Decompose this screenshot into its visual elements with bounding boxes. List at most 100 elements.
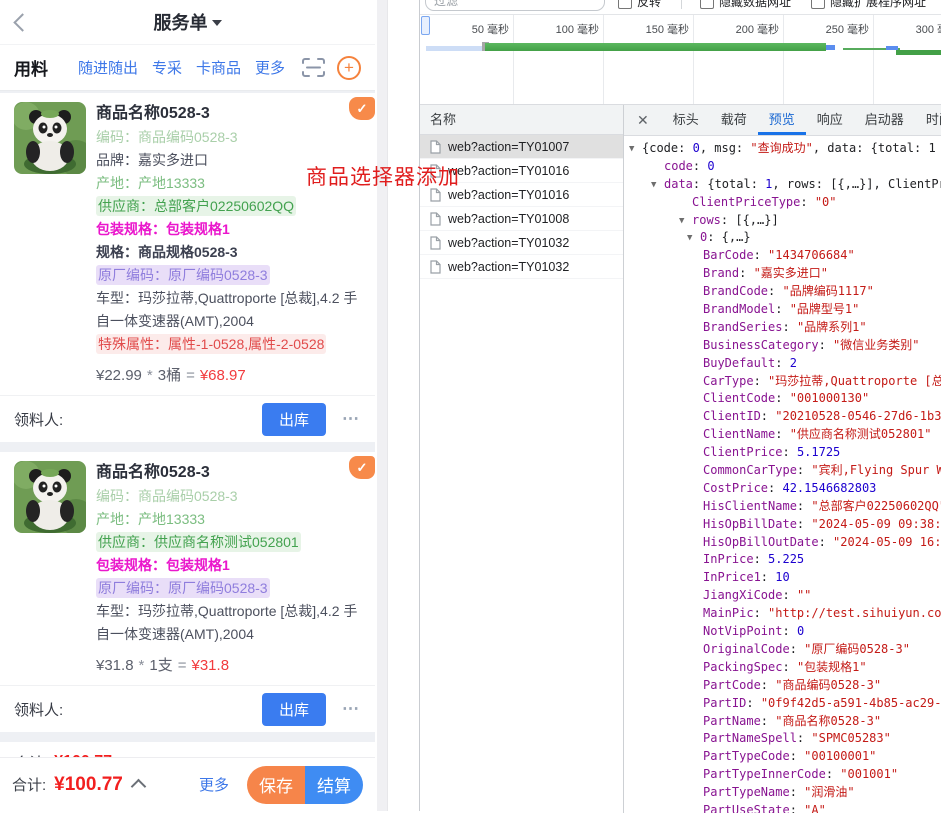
json-tree-line: NotVipPoint: 0 <box>624 623 941 641</box>
chevron-up-icon[interactable] <box>131 779 147 795</box>
json-token: "包装规格1" <box>797 660 867 674</box>
json-tree-line: ▼rows: [{,…}] <box>624 212 941 230</box>
json-token: , rows: [{,…}], ClientPr <box>772 177 941 191</box>
json-token: 0 <box>693 141 700 155</box>
product-attribute: 车型：玛莎拉蒂,Quattroporte [总裁],4.2 手自一体变速器(AM… <box>96 287 361 333</box>
json-tree-line: PartID: "0f9f42d5-a591-4b85-ac29-f <box>624 695 941 713</box>
more-actions-icon[interactable]: ⋯ <box>342 699 361 719</box>
save-button[interactable]: 保存 <box>247 766 305 804</box>
outbound-button[interactable]: 出库 <box>262 693 326 726</box>
more-link[interactable]: 更多 <box>199 774 229 795</box>
file-icon <box>430 140 441 154</box>
json-token: PartTypeName <box>703 785 790 799</box>
json-token: : <box>693 159 707 173</box>
app-tab[interactable]: 专采 <box>152 57 182 78</box>
network-request-row[interactable]: web?action=TY01008 <box>420 207 623 231</box>
network-request-row[interactable]: web?action=TY01032 <box>420 255 623 279</box>
tree-expander-icon[interactable]: ▼ <box>651 177 664 195</box>
json-token: PartTypeInnerCode <box>703 767 826 781</box>
page-title[interactable]: 服务单 <box>154 9 222 35</box>
json-token: : <box>790 785 804 799</box>
settle-button[interactable]: 结算 <box>305 766 363 804</box>
json-tree-line: BarCode: "1434706684" <box>624 247 941 265</box>
add-product-icon[interactable]: + <box>337 56 361 80</box>
json-token: 10 <box>775 570 789 584</box>
more-actions-icon[interactable]: ⋯ <box>342 409 361 429</box>
json-token: "00100001" <box>804 749 876 763</box>
request-name: web?action=TY01016 <box>448 188 569 202</box>
checkbox-label: 隐藏扩展程序网址 <box>830 0 926 10</box>
json-token: "查询成功" <box>750 141 812 155</box>
tab-bar: 用料 随进随出专采卡商品更多 + <box>0 45 375 91</box>
network-overview-timeline[interactable]: 50 毫秒100 毫秒150 毫秒200 毫秒250 毫秒300 毫秒 <box>420 15 941 105</box>
json-token: : <box>754 606 768 620</box>
attribute-text: 规格：商品规格0528-3 <box>96 244 238 260</box>
app-tab[interactable]: 卡商品 <box>196 57 241 78</box>
attribute-text: 包装规格：包装规格1 <box>96 557 230 573</box>
checkbox-hide-extension-urls[interactable]: 隐藏扩展程序网址 <box>811 0 926 10</box>
tree-expander-icon[interactable]: ▼ <box>687 230 700 248</box>
json-token: "A" <box>804 803 826 813</box>
checkbox-invert[interactable]: 反转 <box>618 0 661 10</box>
detail-tab-item[interactable]: 时间 <box>915 105 941 135</box>
json-tree-line: ▼0: {,…} <box>624 229 941 247</box>
mobile-app-panel: 服务单 用料随进随出专采卡商品更多 + ✓ 商品名称0528-3 <box>0 0 375 811</box>
json-tree-line: PartTypeCode: "00100001" <box>624 748 941 766</box>
json-token: , data: {total: 1 <box>813 141 936 155</box>
tree-expander-icon[interactable]: ▼ <box>679 213 692 231</box>
detail-tab-active[interactable]: 预览 <box>758 105 806 135</box>
json-token: : <box>797 731 811 745</box>
overview-handle[interactable] <box>421 16 430 35</box>
product-attribute: 规格：商品规格0528-3 <box>96 241 361 264</box>
json-token: "商品编码0528-3" <box>775 678 881 692</box>
attribute-text: 供应商：总部客户02250602QQ <box>96 196 296 216</box>
json-tree-line: PartNameSpell: "SPMC05283" <box>624 730 941 748</box>
waterfall-bar-green-end <box>896 50 941 55</box>
scan-icon[interactable] <box>302 58 325 77</box>
json-token: InPrice1 <box>703 570 761 584</box>
app-tab[interactable]: 用料 <box>14 55 48 80</box>
detail-tab-item[interactable]: 启动器 <box>854 105 915 135</box>
unit-price: ¥31.8 <box>96 657 134 674</box>
product-image <box>14 102 86 174</box>
app-tab[interactable]: 随进随出 <box>78 57 138 78</box>
outbound-button[interactable]: 出库 <box>262 403 326 436</box>
detail-tab-item[interactable]: 标头 <box>662 105 710 135</box>
detail-tab-item[interactable]: 响应 <box>806 105 854 135</box>
json-token: : [{,…}] <box>721 213 779 227</box>
json-token: ClientID <box>703 409 761 423</box>
json-token: ClientPrice <box>703 445 782 459</box>
product-attribute: 车型：玛莎拉蒂,Quattroporte [总裁],4.2 手自一体变速器(AM… <box>96 600 361 646</box>
json-token: 0 <box>707 159 714 173</box>
tree-expander-icon[interactable]: ▼ <box>629 141 642 159</box>
name-column-header[interactable]: 名称 <box>420 105 623 135</box>
close-icon[interactable]: ✕ <box>637 112 649 129</box>
checkbox-box-icon[interactable] <box>700 0 714 9</box>
network-request-row[interactable]: web?action=TY01007 <box>420 135 623 159</box>
bottom-action-bar: 合计: ¥100.77 更多 保存 结算 <box>0 757 375 811</box>
json-token: rows <box>692 213 721 227</box>
network-request-row[interactable]: web?action=TY01032 <box>420 231 623 255</box>
timeline-tick: 150 毫秒 <box>604 15 694 104</box>
filter-input[interactable] <box>425 0 605 11</box>
app-tab[interactable]: 更多 <box>255 57 285 78</box>
selected-check-badge: ✓ <box>349 97 375 120</box>
detail-tab-item[interactable]: 载荷 <box>710 105 758 135</box>
devtools-panel: 反转 隐藏数据网址 隐藏扩展程序网址 50 毫秒100 毫秒150 毫秒200 毫秒… <box>419 0 941 811</box>
checkbox-hide-data-urls[interactable]: 隐藏数据网址 <box>700 0 791 10</box>
file-icon <box>430 212 441 226</box>
json-token: : <box>790 803 804 813</box>
json-tree-line: PackingSpec: "包装规格1" <box>624 659 941 677</box>
attribute-text: 车型：玛莎拉蒂,Quattroporte [总裁],4.2 手自一体变速器(AM… <box>96 603 357 642</box>
checkbox-box-icon[interactable] <box>618 0 632 9</box>
selected-check-badge: ✓ <box>349 456 375 479</box>
json-token: "001000130" <box>790 391 869 405</box>
json-token: : <box>775 391 789 405</box>
json-tree-line: HisOpBillDate: "2024-05-09 09:38:59 <box>624 516 941 534</box>
json-token: : <box>768 481 782 495</box>
checkbox-box-icon[interactable] <box>811 0 825 9</box>
back-icon[interactable] <box>13 13 31 31</box>
json-token: : <box>782 445 796 459</box>
red-annotation-text: 商品选择器添加 <box>306 161 460 191</box>
json-token: PartName <box>703 714 761 728</box>
